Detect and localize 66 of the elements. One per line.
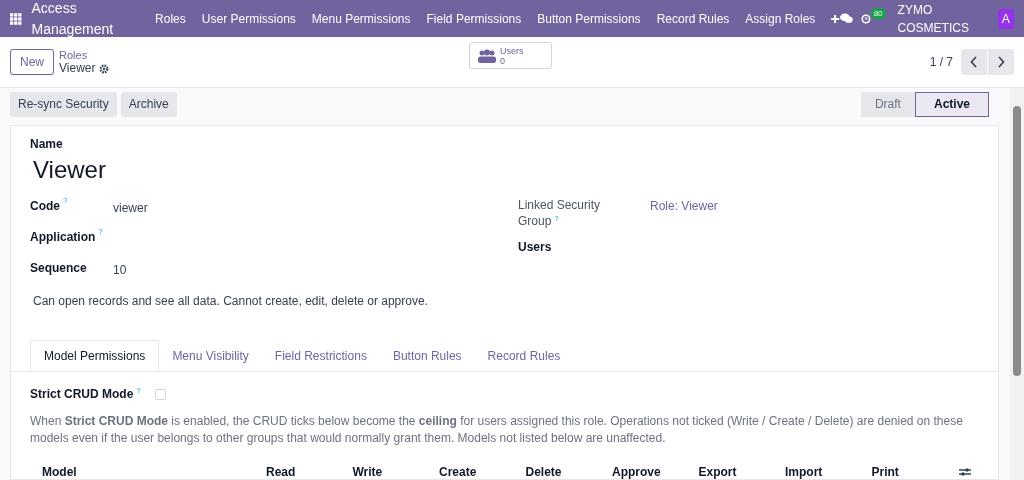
tab[interactable]: Button Rules bbox=[379, 340, 475, 371]
user-avatar[interactable]: A bbox=[997, 8, 1014, 29]
field-label: Users bbox=[518, 240, 552, 254]
help-tooltip[interactable]: ? bbox=[136, 385, 141, 397]
column-header[interactable]: Model bbox=[30, 462, 266, 480]
menu-item[interactable]: Button Permissions bbox=[537, 9, 641, 28]
pager-value[interactable]: 1 / 7 bbox=[929, 53, 953, 71]
field-label: Strict CRUD Mode bbox=[30, 386, 134, 403]
menu-item[interactable]: User Permissions bbox=[201, 9, 296, 28]
settings-icon[interactable] bbox=[99, 63, 110, 74]
field-value[interactable]: viewer bbox=[113, 199, 148, 228]
record-title: Viewer bbox=[59, 62, 96, 75]
action-button[interactable]: Archive bbox=[120, 91, 177, 117]
chat-icon[interactable] bbox=[839, 12, 853, 25]
column-header[interactable]: Create bbox=[439, 462, 526, 480]
column-header[interactable]: Print bbox=[871, 462, 958, 480]
breadcrumb-link[interactable]: Roles bbox=[59, 49, 110, 62]
menu-item[interactable]: Roles bbox=[155, 9, 186, 28]
smart-button-value: 0 bbox=[500, 55, 505, 66]
field-value[interactable]: Role: Viewer bbox=[650, 197, 718, 229]
column-header[interactable]: Export bbox=[698, 462, 785, 480]
new-button[interactable]: New bbox=[10, 49, 54, 75]
plus-icon[interactable] bbox=[831, 13, 840, 24]
tab[interactable]: Field Restrictions bbox=[261, 340, 380, 371]
column-header[interactable]: Approve bbox=[612, 462, 699, 480]
status-stage[interactable]: Draft bbox=[860, 91, 915, 117]
field-label: Code bbox=[30, 198, 60, 215]
tab[interactable]: Menu Visibility bbox=[159, 340, 262, 371]
field-label: Application bbox=[30, 229, 96, 246]
record-name: Viewer bbox=[33, 155, 107, 185]
smart-button-label: Users bbox=[500, 45, 524, 56]
company-name[interactable]: ZYMO COSMETICS bbox=[897, 0, 988, 37]
menu-item[interactable]: Field Permissions bbox=[426, 9, 522, 28]
tab[interactable]: Record Rules bbox=[474, 340, 574, 371]
column-header[interactable]: Delete bbox=[525, 462, 612, 480]
menu-item[interactable]: Menu Permissions bbox=[311, 9, 411, 28]
info-paragraph: When Strict CRUD Mode is enabled, the CRUD ticks below become the ceiling for users assigned this role. Operations not ticked (Write / Create / Delete) are denied on these models even if the user belongs to other groups that would normally grant them. Models not listed below are unaffected. bbox=[30, 413, 964, 447]
clock-icon[interactable] bbox=[860, 12, 871, 25]
checkbox[interactable] bbox=[154, 388, 166, 400]
tab[interactable]: Model Permissions bbox=[30, 340, 160, 371]
column-header[interactable]: Read bbox=[266, 462, 353, 480]
scrollbar[interactable] bbox=[1010, 88, 1024, 480]
app-title[interactable]: Access Management bbox=[31, 0, 140, 40]
column-settings-icon[interactable] bbox=[959, 466, 971, 477]
chevron-right-icon bbox=[997, 56, 1005, 68]
action-button[interactable]: Re-sync Security bbox=[10, 91, 117, 117]
help-tooltip[interactable]: ? bbox=[98, 226, 103, 238]
menu-item[interactable]: Assign Roles bbox=[745, 9, 816, 28]
field-label: Linked Security Group $^{?}$ bbox=[518, 197, 602, 229]
previous-button[interactable] bbox=[961, 49, 987, 75]
field-value[interactable]: 10 bbox=[113, 261, 127, 290]
description-text: Can open records and see all data. Cannot create, edit, delete or approve. bbox=[33, 293, 429, 310]
next-button[interactable] bbox=[988, 49, 1014, 75]
menu-item[interactable]: Record Rules bbox=[656, 9, 730, 28]
field-label: Sequence bbox=[30, 260, 87, 277]
field-label: Name bbox=[30, 136, 64, 153]
users-icon bbox=[478, 48, 496, 63]
help-tooltip[interactable]: ? bbox=[554, 214, 559, 223]
chevron-left-icon bbox=[970, 56, 978, 68]
users-smart-button[interactable]: Users 0 bbox=[469, 42, 552, 69]
help-tooltip[interactable]: ? bbox=[63, 195, 68, 207]
column-header[interactable]: Write bbox=[352, 462, 439, 480]
status-stage[interactable]: Active bbox=[914, 91, 989, 117]
apps-menu-icon[interactable] bbox=[10, 11, 22, 26]
activity-badge: 80 bbox=[870, 8, 886, 19]
column-header[interactable]: Import bbox=[785, 462, 872, 480]
